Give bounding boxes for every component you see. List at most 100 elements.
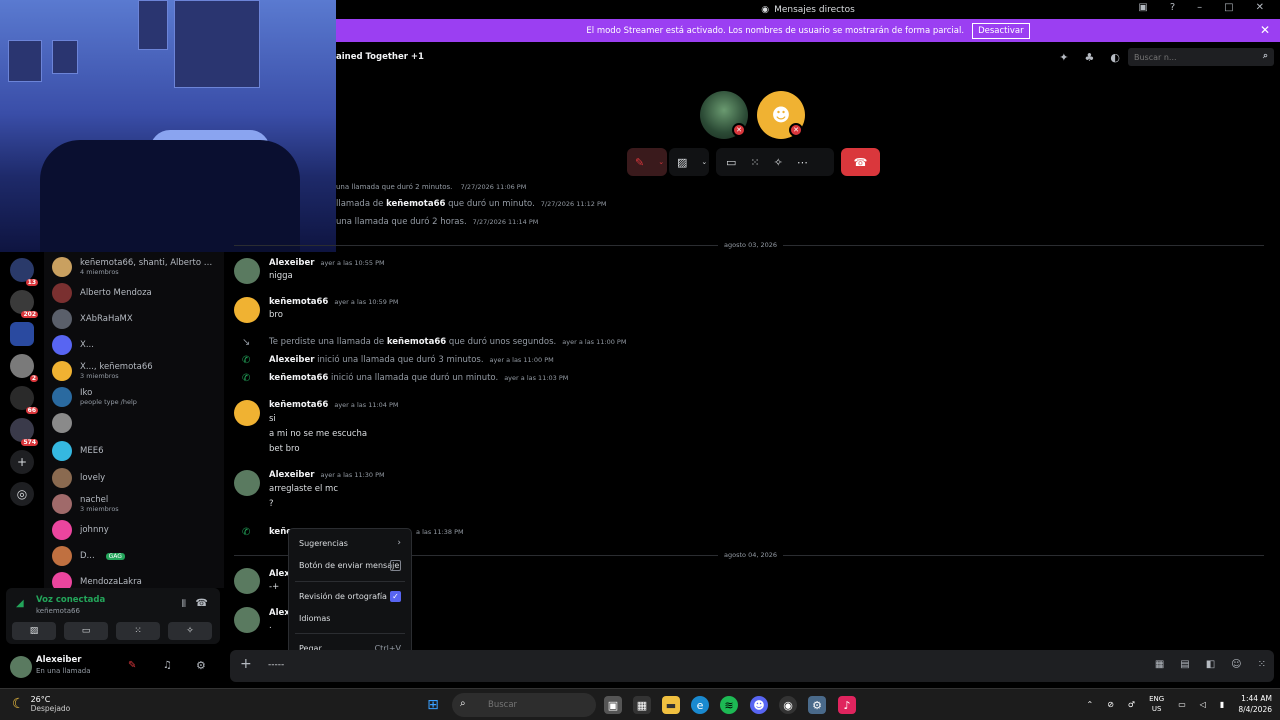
- spotify-icon[interactable]: ≋: [720, 696, 738, 714]
- mic-icon[interactable]: ♂: [1128, 700, 1135, 709]
- close-window-button[interactable]: ✕: [1256, 2, 1264, 13]
- gif-icon[interactable]: ▤: [1180, 659, 1189, 670]
- display-icon[interactable]: ▭: [1178, 700, 1186, 709]
- store-icon[interactable]: ▦: [633, 696, 651, 714]
- avatar[interactable]: [234, 258, 260, 284]
- add-friend-icon[interactable]: ♣: [1085, 51, 1095, 64]
- task-view-icon[interactable]: ▣: [604, 696, 622, 714]
- close-icon[interactable]: ✕: [1260, 23, 1270, 37]
- tiktok-icon[interactable]: ♪: [838, 696, 856, 714]
- mic-muted-icon[interactable]: ✎: [128, 660, 136, 671]
- camera-control[interactable]: ▨ ⌄: [669, 148, 709, 176]
- avatar: [52, 309, 72, 329]
- language-indicator[interactable]: ENG US: [1149, 694, 1164, 714]
- server-icon[interactable]: [10, 322, 34, 346]
- mute-control[interactable]: ✎ ⌄: [627, 148, 667, 176]
- dm-item[interactable]: keñemota66, shanti, Alberto M... 4 miembr…: [52, 255, 222, 279]
- dm-item[interactable]: XAbRaHaMX: [52, 307, 222, 331]
- emoji-icon[interactable]: ☺: [1231, 659, 1241, 670]
- avatar[interactable]: [234, 297, 260, 323]
- battery-icon[interactable]: ▮: [1220, 700, 1224, 709]
- dm-item[interactable]: lovely: [52, 466, 222, 490]
- avatar[interactable]: [234, 568, 260, 594]
- minimize-button[interactable]: –: [1197, 2, 1202, 13]
- pin-icon[interactable]: ✦: [1059, 51, 1068, 64]
- disable-streamer-button[interactable]: Desactivar: [972, 22, 1030, 39]
- send-button-checkbox[interactable]: [390, 560, 401, 571]
- server-icon[interactable]: 66: [10, 386, 38, 414]
- steam-icon[interactable]: ◉: [779, 696, 797, 714]
- server-icon[interactable]: 13: [10, 258, 38, 286]
- discord-icon[interactable]: ☻: [750, 696, 768, 714]
- noise-suppression-icon[interactable]: ⦀: [182, 599, 186, 610]
- apps-icon[interactable]: ⁙: [1258, 659, 1266, 670]
- explore-icon[interactable]: ◎: [10, 482, 34, 506]
- taskbar-search[interactable]: [452, 693, 596, 717]
- add-server-icon[interactable]: +: [10, 450, 34, 474]
- avatar[interactable]: [234, 607, 260, 633]
- activities-icon[interactable]: ⁙: [750, 156, 759, 169]
- message-author[interactable]: Alexeiber ayer a las 10:55 PM: [269, 258, 385, 268]
- dm-item[interactable]: MendozaLakra: [52, 570, 222, 588]
- settings-icon[interactable]: ⚙: [808, 696, 826, 714]
- spellcheck-checkbox[interactable]: ✓: [390, 591, 401, 602]
- menu-item-suggestions[interactable]: Sugerencias: [299, 539, 348, 548]
- dm-item[interactable]: nachel 3 miembros: [52, 492, 222, 516]
- soundboard-icon[interactable]: ✧: [774, 156, 783, 169]
- user-profile-icon[interactable]: ◐: [1110, 51, 1120, 64]
- chevron-up-icon[interactable]: ⌃: [1087, 700, 1094, 709]
- dm-item[interactable]: Iko people type /help: [52, 385, 222, 409]
- participant-avatar[interactable]: ☻ ✕: [757, 91, 805, 139]
- disconnect-button[interactable]: ☎: [841, 148, 880, 176]
- poster: [8, 40, 42, 82]
- server-icon[interactable]: 574: [10, 418, 38, 446]
- attach-plus-icon[interactable]: +: [240, 656, 252, 672]
- dm-item[interactable]: X..., keñemota66 3 miembros: [52, 359, 222, 383]
- volume-icon[interactable]: ◁: [1200, 700, 1206, 709]
- message-author[interactable]: keñemota66 ayer a las 10:59 PM: [269, 297, 399, 307]
- headphones-icon[interactable]: ♫: [163, 660, 172, 671]
- camera-button[interactable]: ▨: [12, 622, 56, 640]
- dm-item[interactable]: X...: [52, 333, 222, 357]
- dm-item[interactable]: Alberto Mendoza: [52, 281, 222, 305]
- message-author[interactable]: Alexeiber ayer a las 11:30 PM: [269, 470, 385, 480]
- dm-item[interactable]: [52, 411, 222, 435]
- menu-item-send-button[interactable]: Botón de enviar mensaje: [299, 561, 399, 570]
- network-icon[interactable]: ⊘: [1107, 700, 1114, 709]
- edge-icon[interactable]: e: [691, 696, 709, 714]
- weather-widget[interactable]: ☾ 26°C Despejado: [12, 695, 70, 713]
- message-author[interactable]: Alex: [269, 569, 290, 579]
- gift-icon[interactable]: ▦: [1155, 659, 1164, 670]
- message-input[interactable]: -----: [268, 660, 284, 670]
- message-composer: + ----- ▦ ▤ ◧ ☺ ⁙: [230, 650, 1274, 682]
- screen-share-button[interactable]: ▭: [64, 622, 108, 640]
- help-icon[interactable]: ?: [1170, 2, 1175, 13]
- menu-item-languages[interactable]: Idiomas: [299, 614, 330, 623]
- participant-avatar[interactable]: ✕: [700, 91, 748, 139]
- screen-share-icon[interactable]: ▭: [726, 156, 736, 169]
- message-author[interactable]: Alex: [269, 608, 290, 618]
- server-icon[interactable]: 202: [10, 290, 38, 318]
- search-input[interactable]: [1128, 48, 1274, 66]
- dm-item[interactable]: D... GAG: [52, 544, 222, 568]
- menu-item-spellcheck[interactable]: Revisión de ortografía: [299, 592, 387, 601]
- clock[interactable]: 1:44 AM 8/4/2026: [1238, 693, 1272, 715]
- file-explorer-icon[interactable]: ▬: [662, 696, 680, 714]
- windows-start-icon[interactable]: ⊞: [424, 696, 442, 714]
- voice-status: Voz conectada: [36, 595, 106, 605]
- settings-gear-icon[interactable]: ⚙: [196, 659, 206, 672]
- inbox-icon[interactable]: ▣: [1138, 2, 1147, 13]
- avatar[interactable]: [234, 400, 260, 426]
- more-icon[interactable]: ⋯: [797, 156, 808, 169]
- dm-item[interactable]: MEE6: [52, 439, 222, 463]
- avatar[interactable]: [10, 656, 32, 678]
- server-icon[interactable]: 2: [10, 354, 38, 382]
- activities-button[interactable]: ⁙: [116, 622, 160, 640]
- dm-item[interactable]: johnny: [52, 518, 222, 542]
- sticker-icon[interactable]: ◧: [1206, 659, 1215, 670]
- hangup-icon[interactable]: ☎: [196, 598, 208, 609]
- message-author[interactable]: keñemota66 ayer a las 11:04 PM: [269, 400, 399, 410]
- soundboard-button[interactable]: ✧: [168, 622, 212, 640]
- maximize-button[interactable]: □: [1224, 2, 1233, 13]
- avatar[interactable]: [234, 470, 260, 496]
